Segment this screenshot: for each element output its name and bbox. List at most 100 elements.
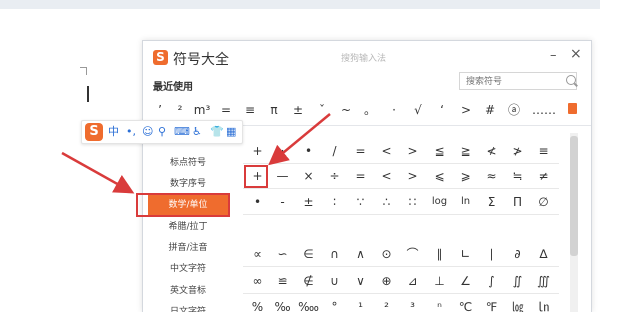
symbol-cell[interactable]: ⩽ [427,164,452,188]
recent-symbol[interactable]: = [215,99,237,121]
symbol-cell[interactable]: — [270,164,295,188]
recent-symbol[interactable]: ² [169,99,191,121]
symbol-cell[interactable]: ∅ [531,190,556,214]
symbol-cell[interactable]: > [400,139,425,163]
symbol-cell[interactable]: ≧ [453,139,478,163]
close-button[interactable]: × [570,46,582,62]
symbol-cell[interactable]: ± [296,190,321,214]
ime-toolbar-item[interactable]: ⚲ [158,124,166,140]
sidebar-item[interactable]: 英文音标 [148,281,228,301]
recent-symbol[interactable]: ’ [149,99,171,121]
ime-toolbar-item[interactable]: ▦ [226,124,236,140]
symbol-cell[interactable]: > [400,164,425,188]
symbol-cell[interactable]: ∩ [322,242,347,266]
symbol-cell[interactable]: ³ [400,295,425,312]
symbol-cell[interactable]: ∬ [505,269,530,293]
symbol-cell[interactable]: • [245,190,270,214]
symbol-cell[interactable]: Σ [479,190,504,214]
recent-symbol[interactable]: 。 [359,99,381,121]
symbol-cell[interactable]: ≒ [505,164,530,188]
symbol-cell[interactable]: ∣ [479,242,504,266]
recent-symbol[interactable]: √ [407,99,429,121]
ime-logo-icon[interactable]: S [85,123,103,141]
ime-toolbar-item[interactable]: •, [126,124,136,140]
symbol-cell[interactable]: ¹ [348,295,373,312]
symbol-cell[interactable]: ㏑ [531,295,556,312]
symbol-cell[interactable]: ≡ [531,139,556,163]
symbol-cell[interactable]: ∨ [348,269,373,293]
sidebar-item[interactable]: 中文字符 [148,259,228,279]
symbol-cell[interactable]: ≠ [531,164,556,188]
ime-toolbar-item[interactable]: ☺ [142,124,153,140]
symbol-cell[interactable]: ⩾ [453,164,478,188]
symbol-cell[interactable]: ∴ [374,190,399,214]
symbol-cell[interactable]: ∶ [322,190,347,214]
symbol-cell[interactable]: · [270,139,295,163]
symbol-cell[interactable]: ≮ [479,139,504,163]
symbol-cell[interactable]: ∉ [296,269,321,293]
symbol-cell[interactable]: ∞ [245,269,270,293]
symbol-cell[interactable]: ∥ [427,242,452,266]
symbol-cell[interactable]: ∈ [296,242,321,266]
recent-symbol[interactable]: ≡ [239,99,261,121]
symbol-cell[interactable]: ‰ [270,295,295,312]
search-input[interactable] [459,72,577,90]
symbol-cell[interactable]: ‱ [296,295,321,312]
symbol-cell[interactable]: ∝ [245,242,270,266]
symbol-cell[interactable]: ⊕ [374,269,399,293]
symbol-cell[interactable]: ㏒ [505,295,530,312]
symbol-cell[interactable]: ∠ [453,269,478,293]
trash-icon[interactable] [568,103,577,114]
symbol-cell[interactable]: ∪ [322,269,347,293]
recent-symbol[interactable]: ~ [335,99,357,121]
recent-symbol[interactable]: ± [287,99,309,121]
sidebar-item[interactable]: 拼音/注音 [148,238,228,258]
symbol-cell[interactable]: log [427,190,452,214]
symbol-cell[interactable]: ℃ [453,295,478,312]
symbol-cell[interactable]: / [322,139,347,163]
symbol-cell[interactable]: ∧ [348,242,373,266]
recent-symbol[interactable]: > [455,99,477,121]
symbol-cell[interactable]: ∫ [479,269,504,293]
recent-symbol[interactable]: …… [529,99,559,121]
symbol-cell[interactable]: ⌒ [400,242,425,266]
symbol-cell[interactable]: ° [322,295,347,312]
symbol-cell[interactable]: Π [505,190,530,214]
recent-symbol[interactable]: ‘ [431,99,453,121]
symbol-cell[interactable]: ∵ [348,190,373,214]
symbol-cell[interactable]: ⊥ [427,269,452,293]
symbol-cell[interactable]: ≯ [505,139,530,163]
recent-symbol[interactable]: ⓐ [503,99,525,121]
recent-symbol[interactable]: π [263,99,285,121]
symbol-cell[interactable]: ÷ [322,164,347,188]
symbol-cell[interactable]: ² [374,295,399,312]
symbol-cell[interactable]: ∆ [531,242,556,266]
symbol-cell[interactable]: - [270,190,295,214]
ime-toolbar-item[interactable]: ⌨ [174,124,190,140]
symbol-cell[interactable]: ln [453,190,478,214]
symbol-cell[interactable]: = [348,139,373,163]
ime-toolbar-item[interactable]: 中 [108,124,119,140]
recent-symbol[interactable]: m³ [191,99,213,121]
scrollbar-thumb[interactable] [570,136,578,256]
ime-toolbar-item[interactable]: 👕 [210,124,224,140]
symbol-cell[interactable]: ≌ [270,269,295,293]
symbol-cell[interactable]: ≦ [427,139,452,163]
symbol-cell[interactable]: • [296,139,321,163]
recent-symbol[interactable]: ˇ [311,99,333,121]
recent-symbol[interactable]: · [383,99,405,121]
symbol-cell[interactable]: ∽ [270,242,295,266]
sidebar-item[interactable]: 标点符号 [148,153,228,173]
symbol-cell[interactable]: ∂ [505,242,530,266]
recent-symbol[interactable]: # [479,99,501,121]
symbol-cell[interactable]: ∷ [400,190,425,214]
symbol-cell[interactable]: ≈ [479,164,504,188]
ime-toolbar-item[interactable]: ♿ [192,124,202,140]
symbol-cell[interactable]: < [374,139,399,163]
symbol-cell[interactable]: ∟ [453,242,478,266]
sidebar-item[interactable]: 数字序号 [148,174,228,194]
symbol-cell[interactable]: ⊿ [400,269,425,293]
symbol-cell[interactable]: ℉ [479,295,504,312]
symbol-cell[interactable]: ⊙ [374,242,399,266]
symbol-cell[interactable]: × [296,164,321,188]
